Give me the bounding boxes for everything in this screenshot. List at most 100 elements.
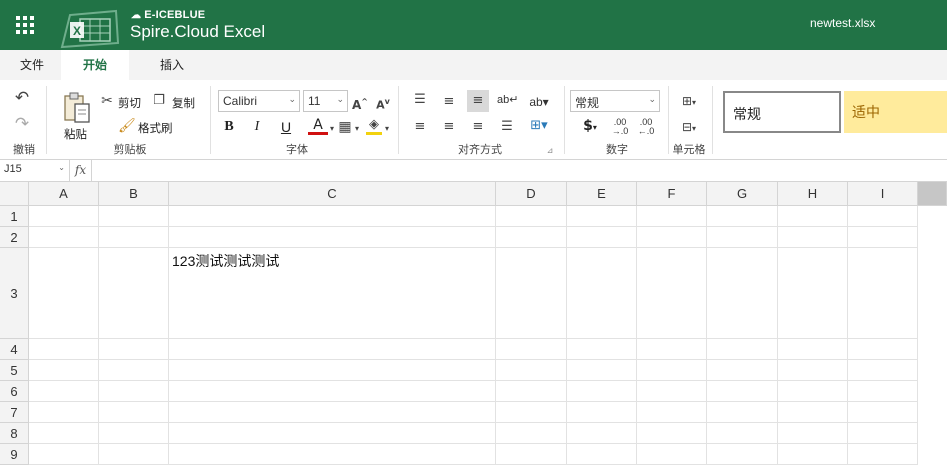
justify-icon[interactable]: ☰ — [499, 119, 515, 135]
grid-cell[interactable] — [707, 227, 778, 248]
row-header[interactable]: 8 — [0, 423, 29, 444]
grid-cell[interactable] — [29, 381, 99, 402]
select-all-corner[interactable] — [0, 182, 29, 206]
font-color-icon[interactable]: A — [308, 118, 328, 135]
grid-cell[interactable] — [496, 402, 567, 423]
grid-cell[interactable] — [637, 423, 707, 444]
grid-cell[interactable] — [29, 360, 99, 381]
grid-cell[interactable] — [99, 360, 169, 381]
grid-cell[interactable] — [99, 444, 169, 465]
grid-cell[interactable] — [848, 339, 918, 360]
font-grow-icon[interactable]: A^ — [351, 94, 369, 113]
grid-cell[interactable] — [567, 227, 637, 248]
column-header[interactable]: D — [496, 182, 567, 206]
bold-icon[interactable]: B — [222, 119, 236, 135]
grid-cell[interactable] — [169, 339, 496, 360]
column-header[interactable]: H — [778, 182, 848, 206]
grid-cell[interactable] — [778, 402, 848, 423]
align-bottom-icon[interactable]: ≡ — [467, 90, 489, 112]
grid-cell[interactable] — [567, 339, 637, 360]
grid-cell[interactable] — [567, 402, 637, 423]
undo-icon[interactable]: ↶ — [12, 90, 32, 107]
formula-input[interactable] — [93, 160, 947, 181]
font-size-select[interactable]: 11 ⌄ — [303, 90, 348, 112]
copy-icon[interactable]: ❐ — [152, 93, 166, 109]
grid-cell[interactable] — [169, 206, 496, 227]
tab-file[interactable]: 文件 — [0, 50, 64, 80]
column-header[interactable]: I — [848, 182, 918, 206]
grid-cell[interactable] — [778, 423, 848, 444]
number-format-select[interactable]: 常规 ⌄ — [570, 90, 660, 112]
grid-cell[interactable] — [169, 381, 496, 402]
align-middle-icon[interactable]: ≡ — [441, 94, 457, 110]
grid-cell[interactable] — [778, 227, 848, 248]
grid-cell[interactable] — [707, 206, 778, 227]
grid-cell[interactable] — [637, 206, 707, 227]
row-header[interactable]: 2 — [0, 227, 29, 248]
grid-cell[interactable] — [707, 444, 778, 465]
grid-cell[interactable] — [637, 248, 707, 339]
grid-cell[interactable] — [778, 339, 848, 360]
grid-cell[interactable] — [29, 423, 99, 444]
grid-cell[interactable] — [99, 206, 169, 227]
format-painter-icon[interactable]: 🖌 — [118, 118, 136, 134]
row-header[interactable]: 6 — [0, 381, 29, 402]
cut-label[interactable]: 剪切 — [118, 95, 141, 111]
column-header[interactable]: E — [567, 182, 637, 206]
delete-cells-icon[interactable]: ⊟▾ — [676, 119, 702, 137]
grid-cell[interactable] — [29, 402, 99, 423]
font-family-select[interactable]: Calibri ⌄ — [218, 90, 300, 112]
grid-cell[interactable] — [169, 360, 496, 381]
grid-cell[interactable] — [99, 227, 169, 248]
copy-label[interactable]: 复制 — [172, 95, 195, 111]
grid-cell[interactable] — [637, 227, 707, 248]
grid-cell[interactable] — [496, 381, 567, 402]
grid-cell[interactable] — [29, 248, 99, 339]
grid-cell[interactable] — [848, 227, 918, 248]
border-icon[interactable]: ▦ — [337, 119, 353, 135]
grid-cell[interactable] — [567, 423, 637, 444]
dialog-launcher-icon[interactable]: ⊿ — [545, 143, 555, 159]
row-header[interactable]: 1 — [0, 206, 29, 227]
grid-cell[interactable] — [707, 248, 778, 339]
tab-insert[interactable]: 插入 — [140, 50, 204, 80]
grid-cell[interactable] — [778, 381, 848, 402]
fill-color-icon[interactable]: ◈ — [366, 118, 382, 135]
column-header[interactable]: F — [637, 182, 707, 206]
grid-cell[interactable] — [707, 423, 778, 444]
increase-decimal-icon[interactable]: .00 →.0 — [610, 118, 630, 136]
row-header[interactable]: 3 — [0, 248, 29, 339]
grid-cell[interactable] — [707, 339, 778, 360]
grid-cell[interactable] — [707, 360, 778, 381]
grid-cell[interactable] — [637, 402, 707, 423]
grid-cell[interactable] — [848, 423, 918, 444]
align-right-icon[interactable]: ≡ — [470, 119, 486, 135]
paste-icon[interactable] — [62, 92, 92, 124]
grid-cell[interactable] — [848, 360, 918, 381]
grid-cell[interactable] — [848, 206, 918, 227]
underline-icon[interactable]: U — [279, 119, 293, 135]
format-painter-label[interactable]: 格式刷 — [138, 120, 173, 136]
grid-cell[interactable] — [99, 423, 169, 444]
grid-cell[interactable] — [99, 381, 169, 402]
grid-cell[interactable] — [29, 227, 99, 248]
row-header[interactable]: 4 — [0, 339, 29, 360]
chevron-down-icon[interactable]: ▾ — [383, 121, 391, 137]
grid-cell[interactable] — [169, 444, 496, 465]
grid-cell[interactable] — [637, 444, 707, 465]
insert-cells-icon[interactable]: ⊞▾ — [676, 93, 702, 111]
grid-cell[interactable] — [496, 339, 567, 360]
grid-cell[interactable] — [778, 444, 848, 465]
cell-c3[interactable]: 123测试测试测试 — [169, 248, 496, 339]
grid-cell[interactable] — [496, 444, 567, 465]
italic-icon[interactable]: I — [250, 119, 264, 135]
grid-cell[interactable] — [496, 206, 567, 227]
tab-home[interactable]: 开始 — [61, 50, 129, 80]
decrease-decimal-icon[interactable]: .00 ←.0 — [636, 118, 656, 136]
grid-cell[interactable] — [848, 402, 918, 423]
style-neutral[interactable]: 适中 — [844, 91, 947, 133]
spreadsheet-grid[interactable]: A B C D E F G H I 1 2 3 4 5 6 7 8 9 123测… — [0, 182, 947, 466]
grid-cell[interactable] — [637, 339, 707, 360]
row-header[interactable]: 7 — [0, 402, 29, 423]
grid-cell[interactable] — [99, 339, 169, 360]
